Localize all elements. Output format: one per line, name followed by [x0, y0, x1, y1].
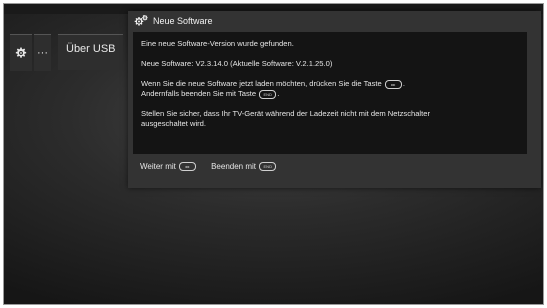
menu-dots-label: ···: [37, 47, 48, 59]
dialog-footer: Weiter mit ▸▸ Beenden mit END: [140, 162, 277, 172]
instruction-load-end: .: [402, 79, 406, 88]
forward-key-icon: ▸▸: [384, 79, 402, 89]
gear-pair-icon: [134, 14, 148, 26]
menu-usb-label: Über USB: [66, 43, 116, 55]
message-warning: Stellen Sie sicher, dass Ihr TV-Gerät wä…: [141, 109, 430, 128]
dialog-header: Neue Software: [128, 11, 541, 31]
instruction-end-end: .: [277, 89, 280, 98]
menu-item-ueber-usb[interactable]: Über USB: [58, 34, 123, 70]
end-action[interactable]: Beenden mit END: [211, 162, 277, 172]
continue-label: Weiter mit: [140, 162, 176, 171]
end-key-icon: END: [259, 162, 277, 172]
continue-action[interactable]: Weiter mit ▸▸: [140, 162, 197, 172]
dialog-title: Neue Software: [153, 16, 213, 26]
message-instructions: Wenn Sie die neue Software jetzt laden m…: [141, 79, 519, 99]
dialog-message: Eine neue Software-Version wurde gefunde…: [133, 32, 527, 154]
menu-item-more[interactable]: ···: [34, 34, 51, 71]
message-found: Eine neue Software-Version wurde gefunde…: [141, 39, 294, 48]
instruction-load-text: Wenn Sie die neue Software jetzt laden m…: [141, 79, 382, 88]
instruction-end-text: Andernfalls beenden Sie mit Taste: [141, 89, 257, 98]
gear-icon: [15, 47, 27, 58]
message-versions: Neue Software: V2.3.14.0 (Aktuelle Softw…: [141, 59, 333, 68]
new-software-dialog: Neue Software Eine neue Software-Version…: [128, 11, 541, 188]
tv-screen: ··· Über USB Neue Software Eine neue Sof…: [3, 3, 544, 305]
end-key-icon: END: [259, 89, 277, 99]
forward-key-icon: ▸▸: [179, 162, 197, 172]
end-label: Beenden mit: [211, 162, 257, 171]
menu-item-settings[interactable]: [10, 34, 32, 71]
